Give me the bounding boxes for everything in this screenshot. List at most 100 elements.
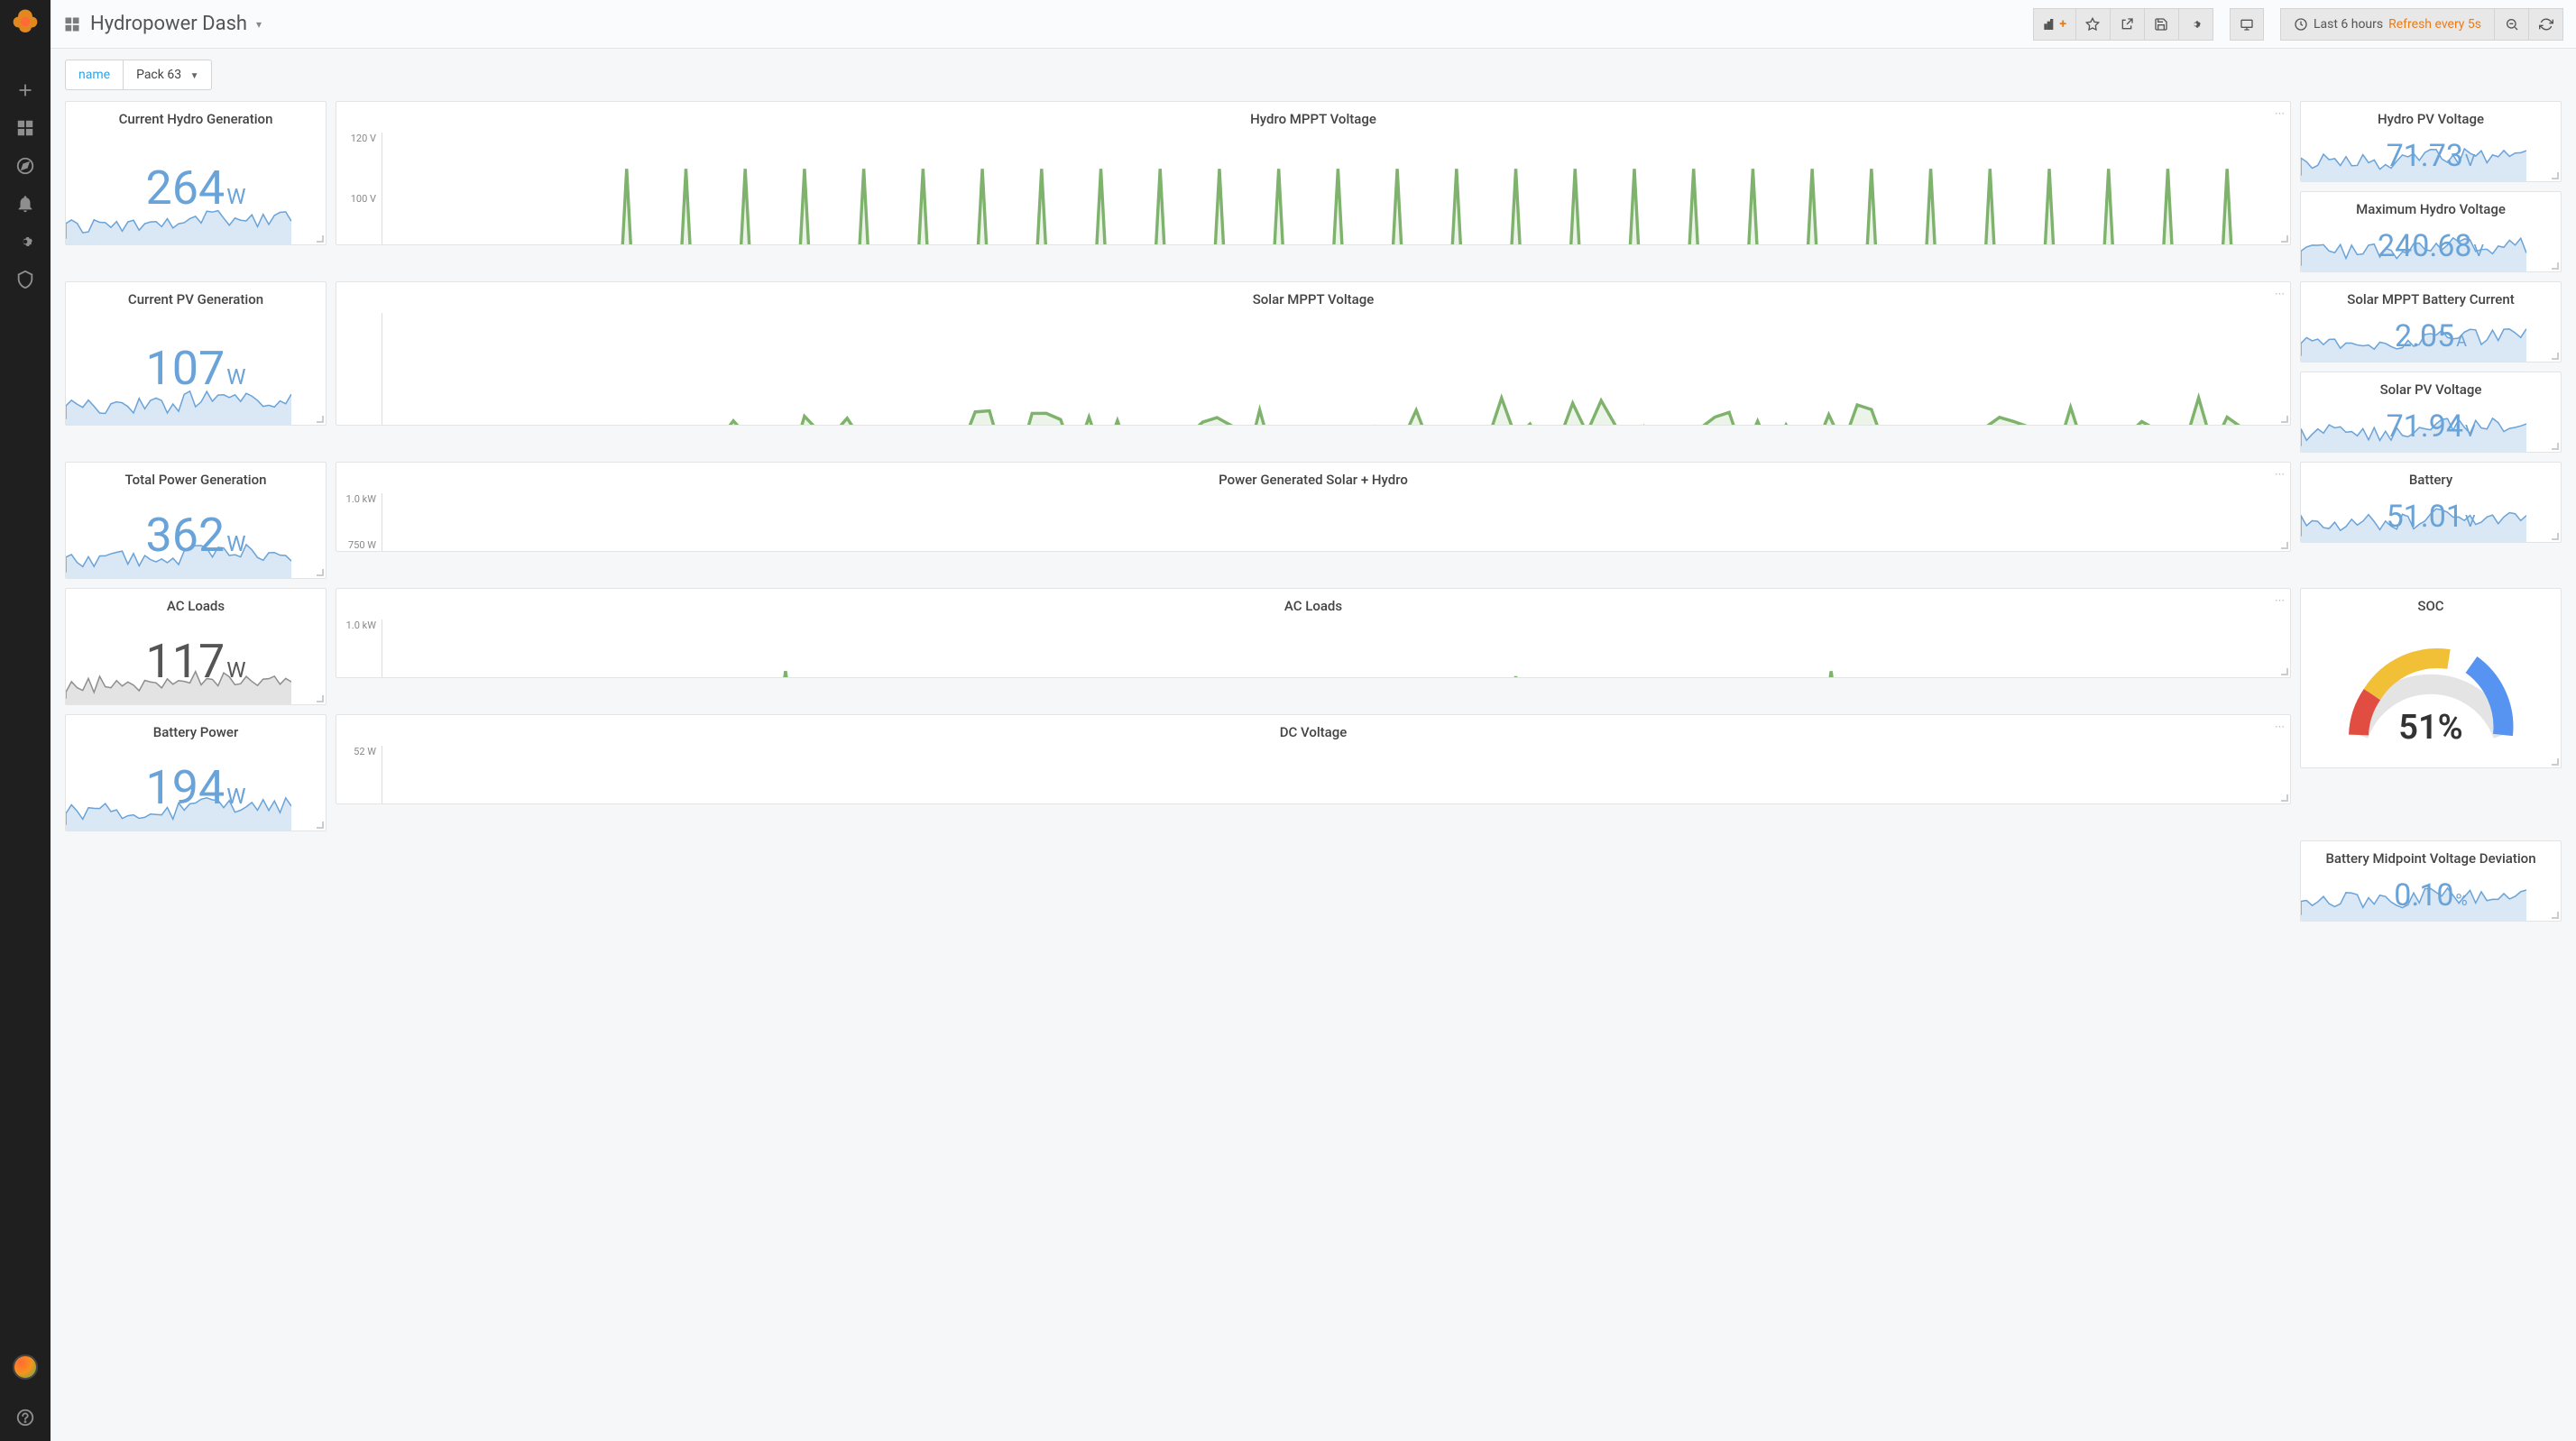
share-button[interactable] bbox=[2111, 8, 2145, 41]
chart-plot[interactable] bbox=[382, 493, 2279, 552]
stat-panel-ac_loads[interactable]: AC Loads 117W bbox=[65, 588, 327, 705]
time-range-text: Last 6 hours bbox=[2314, 17, 2383, 32]
stat-value: 117W bbox=[146, 634, 246, 689]
loading-icon: ⋯ bbox=[2275, 288, 2285, 299]
clock-icon bbox=[2294, 17, 2308, 32]
resize-handle[interactable] bbox=[2552, 912, 2559, 919]
refresh-button[interactable] bbox=[2529, 8, 2563, 41]
panel-title: Solar MPPT Voltage bbox=[336, 282, 2290, 311]
tv-mode-button[interactable] bbox=[2230, 8, 2264, 41]
resize-handle[interactable] bbox=[2281, 794, 2288, 802]
stat-panel-battery_v[interactable]: Battery 51.01V bbox=[2300, 462, 2562, 543]
y-axis: 120 V100 V80 V60 V bbox=[344, 133, 382, 245]
chart-panel-solar_mppt_v[interactable]: ⋯ Solar MPPT Voltage 07:0008:0009:0010:0… bbox=[336, 281, 2291, 426]
help-icon[interactable] bbox=[14, 1407, 36, 1428]
variable-value-text: Pack 63 bbox=[136, 68, 181, 82]
stat-value: 71.73V bbox=[2387, 138, 2476, 174]
save-button[interactable] bbox=[2145, 8, 2179, 41]
stat-value: 71.94V bbox=[2387, 408, 2476, 445]
resize-handle[interactable] bbox=[2552, 758, 2559, 766]
panel-title: Battery bbox=[2301, 463, 2561, 491]
resize-handle[interactable] bbox=[317, 695, 324, 702]
dashboard-grid-icon bbox=[63, 15, 81, 33]
zoom-out-button[interactable] bbox=[2495, 8, 2529, 41]
stat-panel-pv_gen[interactable]: Current PV Generation 107W bbox=[65, 281, 327, 426]
stat-value: 2.05A bbox=[2395, 318, 2467, 354]
stat-panel-max_hydro_v[interactable]: Maximum Hydro Voltage 240.68V bbox=[2300, 191, 2562, 272]
plus-icon[interactable] bbox=[14, 79, 36, 101]
chart-panel-dc_voltage[interactable]: ⋯ DC Voltage 52 W50 W48 W46 W 07:0008:00… bbox=[336, 714, 2291, 804]
loading-icon: ⋯ bbox=[2275, 468, 2285, 480]
chart-plot[interactable] bbox=[382, 746, 2279, 804]
resize-handle[interactable] bbox=[317, 569, 324, 576]
loading-icon: ⋯ bbox=[2275, 107, 2285, 119]
chart-plot[interactable] bbox=[382, 133, 2279, 245]
shield-icon[interactable] bbox=[14, 269, 36, 290]
refresh-interval-text: Refresh every 5s bbox=[2388, 17, 2481, 32]
stat-panel-solar_batt_cur[interactable]: Solar MPPT Battery Current 2.05A bbox=[2300, 281, 2562, 363]
panel-title: Solar MPPT Battery Current bbox=[2301, 282, 2561, 311]
stat-value: 264W bbox=[146, 161, 246, 216]
chart-panel-hydro_mppt_v[interactable]: ⋯ Hydro MPPT Voltage 120 V100 V80 V60 V … bbox=[336, 101, 2291, 245]
settings-button[interactable] bbox=[2179, 8, 2213, 41]
stat-panel-total_gen[interactable]: Total Power Generation 362W bbox=[65, 462, 327, 579]
panel-title: SOC bbox=[2301, 589, 2561, 618]
dashboard-grid-icon[interactable] bbox=[14, 117, 36, 139]
stat-panel-midpoint[interactable]: Battery Midpoint Voltage Deviation 0.10% bbox=[2300, 840, 2562, 922]
topbar: Hydropower Dash ▾ + Last 6 hours Refresh… bbox=[51, 0, 2576, 49]
panel-title: Battery Midpoint Voltage Deviation bbox=[2301, 841, 2561, 870]
stat-panel-solar_pv_v[interactable]: Solar PV Voltage 71.94V bbox=[2300, 372, 2562, 453]
star-button[interactable] bbox=[2076, 8, 2111, 41]
stat-value: 240.68V bbox=[2378, 228, 2484, 264]
stat-panel-hydro_pv_v[interactable]: Hydro PV Voltage 71.73V bbox=[2300, 101, 2562, 182]
sidebar bbox=[0, 0, 51, 1441]
panel-title: DC Voltage bbox=[336, 715, 2290, 744]
chart-panel-power_gen[interactable]: ⋯ Power Generated Solar + Hydro 1.0 kW75… bbox=[336, 462, 2291, 552]
compass-icon[interactable] bbox=[14, 155, 36, 177]
resize-handle[interactable] bbox=[317, 821, 324, 829]
resize-handle[interactable] bbox=[2281, 668, 2288, 675]
dashboard-content: name Pack 63 ▼ Current Hydro Generation … bbox=[51, 49, 2576, 1441]
gauge-value: 51% bbox=[2398, 708, 2462, 748]
dashboard-dropdown[interactable]: Hydropower Dash ▾ bbox=[63, 13, 262, 35]
panel-title: Current PV Generation bbox=[66, 282, 326, 311]
variable-row: name Pack 63 ▼ bbox=[65, 60, 2562, 90]
resize-handle[interactable] bbox=[2552, 172, 2559, 179]
time-picker-button[interactable]: Last 6 hours Refresh every 5s bbox=[2280, 8, 2495, 41]
variable-dropdown[interactable]: Pack 63 ▼ bbox=[123, 60, 212, 90]
add-panel-button[interactable]: + bbox=[2033, 8, 2076, 41]
chevron-down-icon: ▼ bbox=[190, 71, 199, 81]
stat-value: 0.10% bbox=[2394, 877, 2467, 913]
panel-title: Total Power Generation bbox=[66, 463, 326, 491]
y-axis bbox=[344, 313, 382, 426]
gauge-panel-soc[interactable]: SOC 51% bbox=[2300, 588, 2562, 768]
loading-icon: ⋯ bbox=[2275, 594, 2285, 606]
stat-panel-hydro_gen[interactable]: Current Hydro Generation 264W bbox=[65, 101, 327, 245]
resize-handle[interactable] bbox=[317, 235, 324, 243]
gear-icon[interactable] bbox=[14, 231, 36, 252]
resize-handle[interactable] bbox=[2281, 416, 2288, 423]
panel-title: Hydro PV Voltage bbox=[2301, 102, 2561, 131]
chart-panel-ac_loads_chart[interactable]: ⋯ AC Loads 1.0 kW500 W0 W 07:0008:0009:0… bbox=[336, 588, 2291, 678]
resize-handle[interactable] bbox=[2552, 353, 2559, 360]
resize-handle[interactable] bbox=[2281, 542, 2288, 549]
user-avatar[interactable] bbox=[13, 1354, 38, 1380]
resize-handle[interactable] bbox=[317, 416, 324, 423]
panel-title: Current Hydro Generation bbox=[66, 102, 326, 131]
stat-value: 107W bbox=[146, 341, 246, 396]
variable-label: name bbox=[65, 60, 123, 90]
resize-handle[interactable] bbox=[2281, 235, 2288, 243]
stat-value: 194W bbox=[146, 760, 246, 815]
chevron-down-icon: ▾ bbox=[256, 18, 262, 31]
stat-panel-batt_power[interactable]: Battery Power 194W bbox=[65, 714, 327, 831]
grafana-logo-icon[interactable] bbox=[11, 7, 40, 36]
chart-plot[interactable] bbox=[382, 313, 2279, 426]
stat-value: 362W bbox=[146, 508, 246, 563]
resize-handle[interactable] bbox=[2552, 262, 2559, 270]
panel-title: Solar PV Voltage bbox=[2301, 372, 2561, 401]
bell-icon[interactable] bbox=[14, 193, 36, 215]
chart-plot[interactable] bbox=[382, 620, 2279, 678]
y-axis: 1.0 kW750 W500 W250 W0 W bbox=[344, 493, 382, 552]
resize-handle[interactable] bbox=[2552, 443, 2559, 450]
resize-handle[interactable] bbox=[2552, 533, 2559, 540]
